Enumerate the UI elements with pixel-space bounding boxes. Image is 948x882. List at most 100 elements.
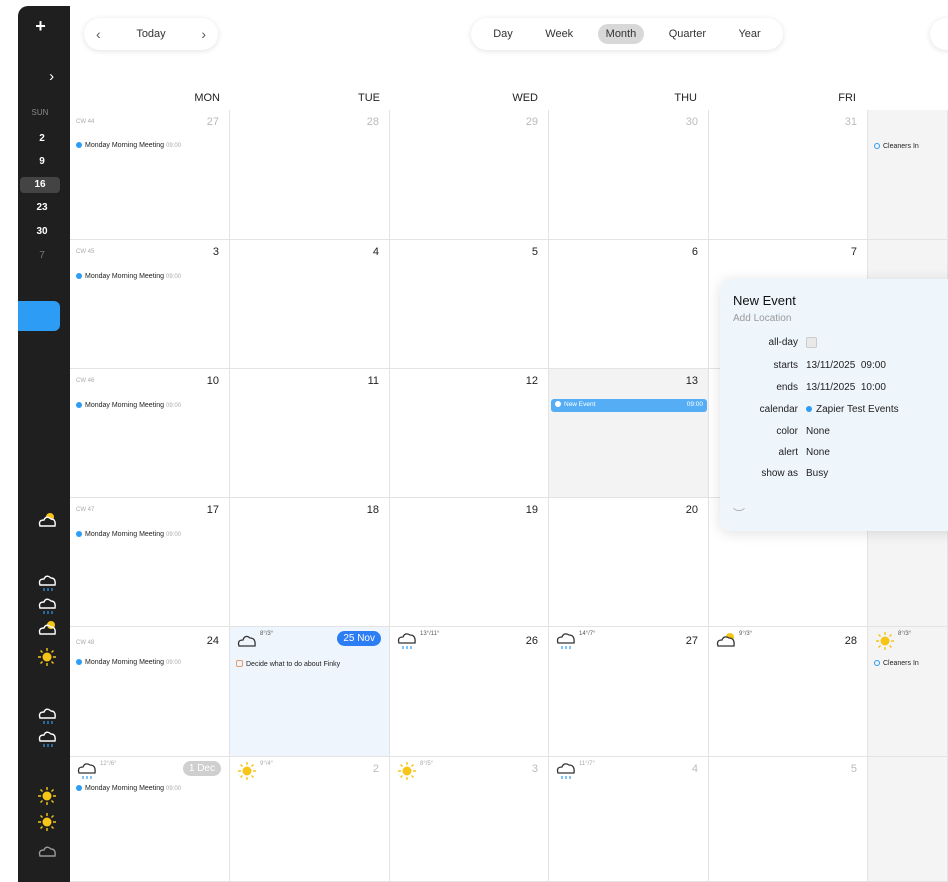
- mini-date[interactable]: 30: [26, 226, 58, 237]
- day-cell[interactable]: 28: [230, 110, 390, 240]
- calendar-color-dot: [806, 406, 812, 412]
- day-cell[interactable]: 12: [390, 369, 549, 498]
- day-number: 4: [691, 763, 698, 775]
- event-time: 09:00: [166, 660, 182, 666]
- showas-select[interactable]: Busy: [806, 468, 828, 479]
- sidebar-blue-button[interactable]: [18, 301, 60, 331]
- event-title: Monday Morning Meeting: [85, 402, 164, 409]
- mini-weekday-label: SUN: [31, 108, 49, 117]
- view-year-button[interactable]: Year: [730, 24, 768, 44]
- day-cell[interactable]: 5: [709, 757, 868, 882]
- day-cell-today[interactable]: 8°/3° 25 Nov Decide what to do about Fin…: [230, 627, 390, 757]
- weather-temp: 8°/3°: [260, 631, 274, 637]
- today-button[interactable]: Today: [136, 28, 165, 40]
- event-time: 09:00: [166, 403, 182, 409]
- day-cell[interactable]: 19: [390, 498, 549, 627]
- day-number: 7: [850, 246, 857, 258]
- event-title-field[interactable]: New Event: [733, 293, 796, 308]
- event-monday-meeting[interactable]: Monday Morning Meeting 09:00: [76, 785, 181, 792]
- weather-temp: 12°/6°: [100, 761, 117, 767]
- event-monday-meeting[interactable]: Monday Morning Meeting 09:00: [76, 402, 181, 409]
- week-number: CW 47: [76, 507, 95, 513]
- day-cell[interactable]: CW 46 10 Monday Morning Meeting 09:00: [70, 369, 230, 498]
- location-field[interactable]: Add Location: [733, 313, 791, 324]
- sun-icon: [236, 761, 258, 781]
- mini-date[interactable]: 9: [26, 156, 58, 167]
- color-select[interactable]: None: [806, 426, 830, 437]
- day-cell[interactable]: CW 45 3 Monday Morning Meeting 09:00: [70, 240, 230, 369]
- mini-date[interactable]: 2: [26, 133, 58, 144]
- event-title: Monday Morning Meeting: [85, 531, 164, 538]
- event-ring: [874, 660, 880, 666]
- month-start-pill: 1 Dec: [182, 761, 221, 776]
- day-cell-weekend[interactable]: [868, 757, 948, 882]
- weather-temp: 14°/7°: [579, 631, 596, 637]
- view-day-button[interactable]: Day: [485, 24, 521, 44]
- day-number: 4: [372, 246, 379, 258]
- day-cell[interactable]: 18: [230, 498, 390, 627]
- day-cell[interactable]: 14°/7° 27: [549, 627, 709, 757]
- day-header-mon: MON: [194, 92, 220, 104]
- day-cell[interactable]: 4: [230, 240, 390, 369]
- view-quarter-button[interactable]: Quarter: [661, 24, 714, 44]
- event-monday-meeting[interactable]: Monday Morning Meeting 09:00: [76, 142, 181, 149]
- rain-icon: [555, 631, 577, 651]
- mini-date-selected[interactable]: 16: [20, 177, 60, 193]
- day-cell[interactable]: 13°/11° 26: [390, 627, 549, 757]
- day-cell[interactable]: 5: [390, 240, 549, 369]
- day-cell-selected[interactable]: 13 New Event 09:00: [549, 369, 709, 498]
- task-finky[interactable]: Decide what to do about Finky: [236, 660, 340, 668]
- day-number: 3: [531, 763, 538, 775]
- day-cell[interactable]: 31: [709, 110, 868, 240]
- rain-icon: [396, 631, 418, 651]
- starts-time-field[interactable]: 09:00: [861, 360, 886, 371]
- event-time: 09:00: [166, 532, 182, 538]
- day-number: 31: [844, 116, 857, 128]
- day-number: 12: [525, 375, 538, 387]
- next-button[interactable]: ›: [201, 26, 206, 42]
- day-cell[interactable]: 9°/4° 2: [230, 757, 390, 882]
- view-month-button[interactable]: Month: [597, 24, 645, 44]
- event-title: New Event: [564, 401, 596, 408]
- view-week-button[interactable]: Week: [537, 24, 581, 44]
- allday-checkbox[interactable]: [806, 337, 817, 351]
- day-cell[interactable]: 8°/5° 3: [390, 757, 549, 882]
- event-dot: [76, 531, 82, 537]
- event-monday-meeting[interactable]: Monday Morning Meeting 09:00: [76, 273, 181, 280]
- day-cell[interactable]: 30: [549, 110, 709, 240]
- event-new-selected[interactable]: New Event 09:00: [551, 399, 707, 412]
- ends-time-field[interactable]: 10:00: [861, 382, 886, 393]
- event-time: 09:00: [166, 143, 182, 149]
- day-cell[interactable]: 6: [549, 240, 709, 369]
- mini-date[interactable]: 23: [26, 202, 58, 213]
- showas-label: show as: [761, 468, 798, 479]
- day-cell[interactable]: CW 48 24 Monday Morning Meeting 09:00: [70, 627, 230, 757]
- date-navigation: ‹ Today ›: [84, 18, 218, 50]
- calendar-select[interactable]: Zapier Test Events: [806, 404, 899, 415]
- event-monday-meeting[interactable]: Monday Morning Meeting 09:00: [76, 531, 181, 538]
- day-cell[interactable]: 20: [549, 498, 709, 627]
- toolbar-edge-button[interactable]: [930, 18, 948, 50]
- event-title: Monday Morning Meeting: [85, 659, 164, 666]
- day-cell[interactable]: 9°/3° 28: [709, 627, 868, 757]
- event-cleaners[interactable]: Cleaners In: [874, 143, 919, 150]
- day-cell-weekend[interactable]: 8°/3° Cleaners In: [868, 627, 948, 757]
- day-cell[interactable]: 12°/6° 1 Dec Monday Morning Meeting 09:00: [70, 757, 230, 882]
- day-cell[interactable]: 11°/7° 4: [549, 757, 709, 882]
- ends-date-field[interactable]: 13/11/2025: [806, 382, 855, 393]
- day-cell[interactable]: 11: [230, 369, 390, 498]
- mini-date[interactable]: 7: [26, 250, 58, 261]
- rain-icon: [555, 761, 577, 781]
- starts-date-field[interactable]: 13/11/2025: [806, 360, 855, 371]
- day-cell[interactable]: CW 44 27 Monday Morning Meeting 09:00: [70, 110, 230, 240]
- event-monday-meeting[interactable]: Monday Morning Meeting 09:00: [76, 659, 181, 666]
- day-cell-weekend[interactable]: Cleaners In: [868, 110, 948, 240]
- previous-button[interactable]: ‹: [96, 26, 101, 42]
- alert-select[interactable]: None: [806, 447, 830, 458]
- chevron-down-icon[interactable]: ︶: [733, 505, 745, 522]
- day-cell[interactable]: 29: [390, 110, 549, 240]
- day-header-wed: WED: [512, 92, 538, 104]
- day-cell[interactable]: CW 47 17 Monday Morning Meeting 09:00: [70, 498, 230, 627]
- task-checkbox-icon[interactable]: [236, 660, 243, 667]
- event-cleaners[interactable]: Cleaners In: [874, 660, 919, 667]
